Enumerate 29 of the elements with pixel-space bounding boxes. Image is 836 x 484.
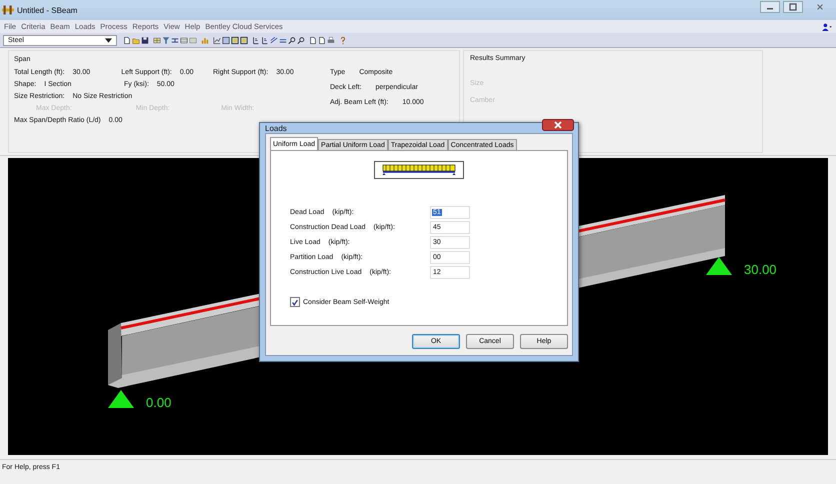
- maximize-button[interactable]: [783, 1, 803, 13]
- app-logo-icon: [2, 5, 14, 15]
- funnel-icon[interactable]: [162, 36, 170, 44]
- zoom-icon[interactable]: [297, 36, 305, 44]
- support-label: 0.00: [146, 395, 172, 410]
- close-button[interactable]: [542, 119, 574, 131]
- support-triangle-icon: [108, 390, 134, 408]
- help-icon[interactable]: [339, 36, 347, 44]
- support-label: 30.00: [744, 262, 777, 277]
- uniform-load-diagram-icon: [374, 161, 464, 179]
- lines-icon[interactable]: [270, 36, 278, 44]
- minimize-button[interactable]: [760, 1, 780, 13]
- chart-icon[interactable]: [213, 36, 221, 44]
- checkbox[interactable]: [290, 297, 300, 307]
- printer-icon[interactable]: [327, 36, 335, 44]
- window-title: Untitled - SBeam: [17, 6, 78, 14]
- dialog-title: Loads: [265, 124, 287, 132]
- caret-icon: [105, 38, 112, 42]
- close-icon[interactable]: [816, 3, 824, 11]
- beam-icon[interactable]: [171, 36, 179, 44]
- grid-icon[interactable]: [153, 36, 161, 44]
- zoom-icon[interactable]: [288, 36, 296, 44]
- box-icon[interactable]: [222, 36, 230, 44]
- sort-icon[interactable]: [261, 36, 269, 44]
- table-icon[interactable]: [180, 36, 188, 44]
- support-triangle-icon: [706, 257, 732, 275]
- sort-icon[interactable]: [252, 36, 260, 44]
- page-icon[interactable]: [123, 36, 131, 44]
- user-dropdown-icon[interactable]: [822, 22, 832, 30]
